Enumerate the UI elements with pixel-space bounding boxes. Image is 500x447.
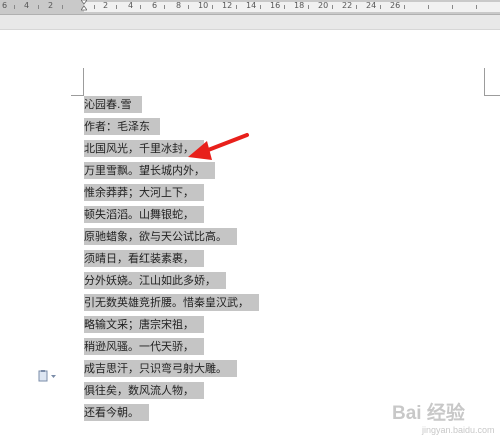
poem-line[interactable]: 还看今朝。 (84, 404, 149, 421)
ruler-tick (308, 5, 309, 9)
ruler-number: 6 (152, 1, 158, 10)
horizontal-ruler[interactable]: 6 4 2 2 4 6 8 10 12 14 16 18 20 22 24 26 (0, 0, 500, 15)
ruler-number: 26 (390, 1, 401, 10)
poem-line[interactable]: 惟余莽莽；大河上下， (84, 184, 204, 201)
ruler-number: 2 (103, 1, 109, 10)
clipboard-icon[interactable] (38, 370, 58, 382)
ruler-number: 20 (318, 1, 329, 10)
ruler-number: 12 (222, 1, 233, 10)
poem-line[interactable]: 原驰蜡象，欲与天公试比高。 (84, 228, 237, 245)
poem-line[interactable]: 俱往矣，数风流人物， (84, 382, 204, 399)
margin-corner-top-right (484, 68, 500, 96)
watermark-logo-text: Bai 经验 (392, 403, 465, 424)
ruler-number: 8 (176, 1, 182, 10)
poem-line[interactable]: 须晴日，看红装素裹， (84, 250, 204, 267)
poem-title[interactable]: 沁园春.雪 (84, 96, 142, 113)
ruler-number: 18 (294, 1, 305, 10)
ruler-tick (38, 5, 39, 9)
poem-line[interactable]: 略输文采；唐宗宋祖， (84, 316, 204, 333)
ruler-number: 10 (198, 1, 209, 10)
ruler-text-area (84, 2, 500, 12)
ruler-number: 24 (366, 1, 377, 10)
ruler-number: 22 (342, 1, 353, 10)
ruler-tick (404, 5, 405, 9)
baidu-jingyan-watermark: Bai 经验 jingyan.baidu.com (392, 396, 498, 446)
ruler-number: 4 (24, 1, 30, 10)
ruler-tick (188, 5, 189, 9)
margin-corner-top-left (71, 68, 84, 96)
ruler-tick (94, 5, 95, 9)
ruler-number: 6 (2, 1, 8, 10)
ruler-tick (212, 5, 213, 9)
ruler-tick (332, 5, 333, 9)
ruler-tick (260, 5, 261, 9)
ruler-tick (476, 5, 477, 9)
ruler-tick (284, 5, 285, 9)
ruler-tick (116, 5, 117, 9)
poem-author[interactable]: 作者：毛泽东 (84, 118, 160, 135)
ruler-tick (380, 5, 381, 9)
ruler-number: 4 (128, 1, 134, 10)
indent-marker[interactable] (81, 0, 87, 12)
ruler-tick (452, 5, 453, 9)
ruler-tick (14, 5, 15, 9)
poem-line[interactable]: 顿失滔滔。山舞银蛇， (84, 206, 204, 223)
poem-line[interactable]: 分外妖娆。江山如此多娇， (84, 272, 226, 289)
ruler-tick (236, 5, 237, 9)
ruler-number: 14 (246, 1, 257, 10)
poem-line[interactable]: 引无数英雄竞折腰。惜秦皇汉武， (84, 294, 259, 311)
poem-line[interactable]: 成吉思汗，只识弯弓射大雕。 (84, 360, 237, 377)
ruler-number: 16 (270, 1, 281, 10)
ruler-tick (140, 5, 141, 9)
ruler-tick (428, 5, 429, 9)
red-arrow-annotation (188, 133, 249, 160)
watermark-url: jingyan.baidu.com (422, 425, 495, 435)
ruler-tick (356, 5, 357, 9)
poem-line[interactable]: 稍逊风骚。一代天骄， (84, 338, 204, 355)
ruler-number: 2 (48, 1, 54, 10)
ruler-tick (164, 5, 165, 9)
ruler-bottom-strip (0, 15, 500, 30)
ruler-tick (62, 5, 63, 9)
